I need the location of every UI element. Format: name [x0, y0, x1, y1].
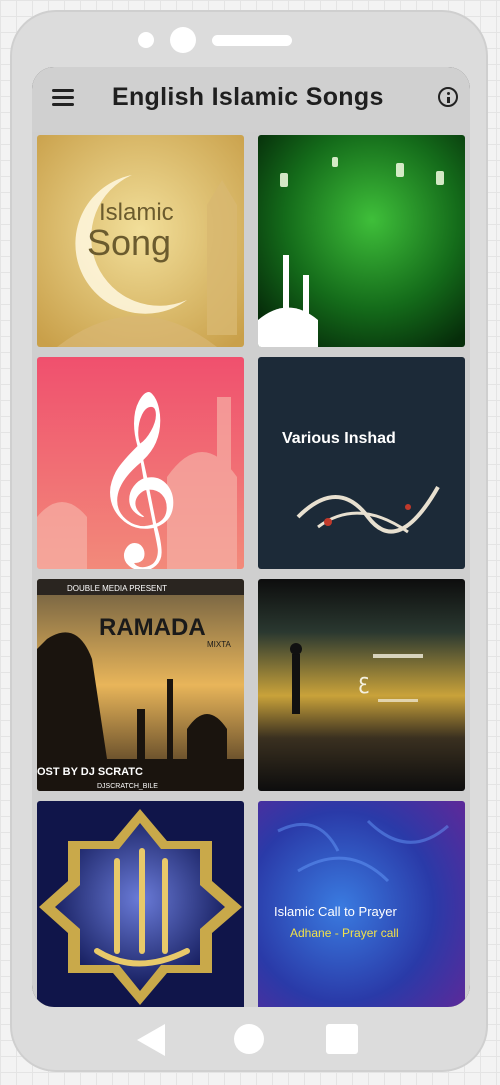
tile8-sub: Adhane - Prayer call	[290, 926, 399, 940]
islamic-song-artwork: Islamic Song	[37, 135, 244, 347]
tile-various-inshad[interactable]: Various Inshad	[258, 357, 465, 569]
app-screen: English Islamic Songs Islamic Song 𝄞 Var…	[32, 67, 470, 1007]
tile5-banner: DOUBLE MEDIA PRESENT	[67, 584, 167, 593]
hamburger-menu-icon[interactable]	[52, 89, 74, 107]
info-icon[interactable]	[438, 87, 458, 107]
system-navigation-bar	[12, 1012, 490, 1072]
silhouette-sunset-artwork: ꜫ	[258, 579, 465, 791]
phone-frame: English Islamic Songs Islamic Song 𝄞 Var…	[10, 10, 488, 1072]
tile5-sub: MIXTA	[207, 640, 232, 649]
back-triangle-icon[interactable]	[137, 1024, 165, 1056]
call-to-prayer-artwork: Islamic Call to Prayer Adhane - Prayer c…	[258, 801, 465, 1007]
page-title: English Islamic Songs	[112, 83, 384, 111]
tile5-title: RAMADA	[99, 614, 206, 641]
treble-clef-artwork: 𝄞	[37, 357, 244, 569]
recent-apps-square-icon[interactable]	[326, 1024, 358, 1054]
song-grid: Islamic Song 𝄞 Various Inshad DOUBLE MED…	[32, 132, 470, 1007]
ramadan-mixtape-artwork: DOUBLE MEDIA PRESENT RAMADA MIXTA NG OST…	[37, 579, 244, 791]
front-camera	[170, 27, 196, 53]
green-lantern-artwork	[258, 135, 465, 347]
tile-islamic-song[interactable]: Islamic Song	[37, 135, 244, 347]
tile1-line2: Song	[87, 222, 171, 263]
tile-ramadan-mixtape[interactable]: DOUBLE MEDIA PRESENT RAMADA MIXTA NG OST…	[37, 579, 244, 791]
tile8-title: Islamic Call to Prayer	[274, 904, 397, 919]
tile-silhouette-sunset[interactable]: ꜫ	[258, 579, 465, 791]
tile-allah-calligraphy[interactable]	[37, 801, 244, 1007]
front-sensor	[138, 32, 154, 48]
tile-treble-clef[interactable]: 𝄞	[37, 357, 244, 569]
various-inshad-artwork: Various Inshad	[258, 357, 465, 569]
tile5-credit: OST BY DJ SCRATC	[37, 766, 143, 778]
allah-calligraphy-artwork	[37, 801, 244, 1007]
app-bar: English Islamic Songs	[32, 67, 470, 132]
tile4-text: Various Inshad	[282, 430, 396, 447]
earpiece-speaker	[212, 35, 292, 46]
svg-text:ꜫ: ꜫ	[358, 670, 370, 695]
svg-text:𝄞: 𝄞	[92, 389, 181, 569]
tile-green-lanterns[interactable]	[258, 135, 465, 347]
tile5-handle: DJSCRATCH_BILE	[97, 783, 158, 790]
home-circle-icon[interactable]	[234, 1024, 264, 1054]
tile-call-to-prayer[interactable]: Islamic Call to Prayer Adhane - Prayer c…	[258, 801, 465, 1007]
